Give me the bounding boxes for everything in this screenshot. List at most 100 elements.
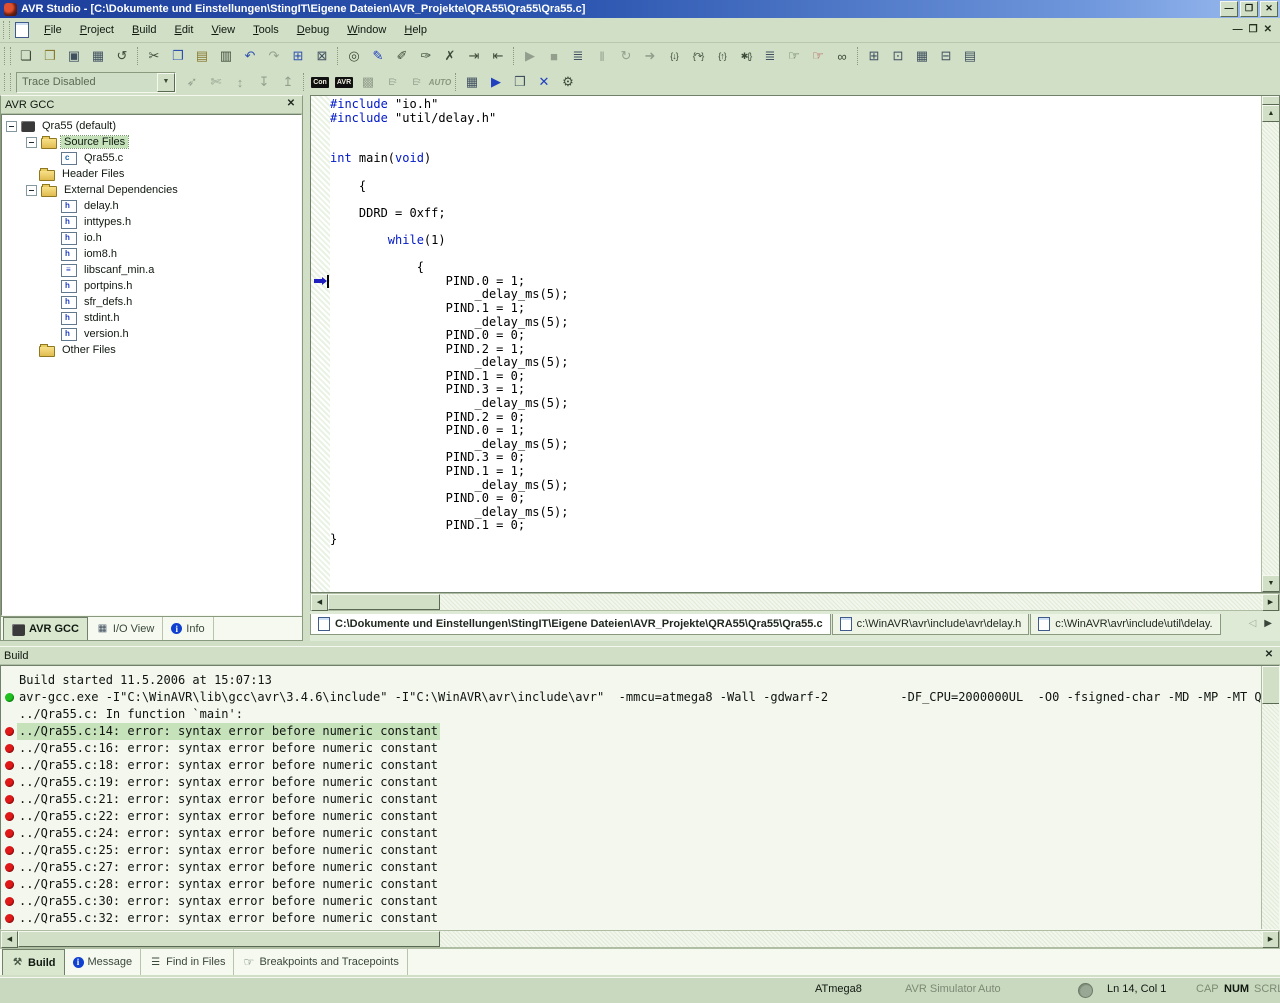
save-all-icon[interactable]: ▦ xyxy=(86,45,110,67)
close-icon[interactable]: ✕ xyxy=(1262,649,1276,662)
quickwatch-icon[interactable]: ∞ xyxy=(830,45,854,67)
close-button[interactable]: ✕ xyxy=(1260,1,1278,17)
watch-list-icon[interactable]: ≣ xyxy=(758,45,782,67)
trace-step-icon[interactable]: ↕ xyxy=(228,71,252,93)
clean-icon[interactable]: ✕ xyxy=(532,71,556,93)
menu-file[interactable]: File xyxy=(35,21,71,39)
tree-item-delay-h[interactable]: delay.h xyxy=(6,198,301,214)
build-line[interactable]: ../Qra55.c:30: error: syntax error befor… xyxy=(1,893,1261,910)
chevron-down-icon[interactable]: ▼ xyxy=(157,73,175,92)
window-cascade-icon[interactable]: ⊠ xyxy=(310,45,334,67)
run-to-cursor-icon[interactable]: ➜ xyxy=(638,45,662,67)
memory-window-icon[interactable]: ⊡ xyxy=(886,45,910,67)
tree-item-source-files[interactable]: Source Files xyxy=(6,134,301,150)
tree-item-stdint-h[interactable]: stdint.h xyxy=(6,310,301,326)
scroll-left-icon[interactable]: ◀ xyxy=(1,931,18,948)
mdi-document-icon[interactable] xyxy=(15,22,29,38)
close-icon[interactable]: ✕ xyxy=(284,98,298,111)
export-makefile-icon[interactable]: ❒ xyxy=(508,71,532,93)
build-line[interactable]: ../Qra55.c:24: error: syntax error befor… xyxy=(1,825,1261,842)
open-file-icon[interactable]: ❒ xyxy=(38,45,62,67)
output-tab-build[interactable]: Build xyxy=(2,949,65,975)
trace-down-icon[interactable]: ↧ xyxy=(252,71,276,93)
toolbar2-grip[interactable] xyxy=(4,73,11,91)
print-icon[interactable]: ▥ xyxy=(214,45,238,67)
menu-debug[interactable]: Debug xyxy=(288,21,338,39)
mdi-close-button[interactable]: ✕ xyxy=(1264,23,1272,37)
editor-frame[interactable]: #include "io.h"#include "util/delay.h" i… xyxy=(310,95,1280,593)
step-into-icon[interactable]: {↓} xyxy=(662,45,686,67)
trace-up-icon[interactable]: ↥ xyxy=(276,71,300,93)
tree-item-other-files[interactable]: Other Files xyxy=(6,342,301,358)
tree-item-portpins-h[interactable]: portpins.h xyxy=(6,278,301,294)
compile-file-icon[interactable]: ≣ xyxy=(566,45,590,67)
build-line[interactable]: ../Qra55.c:18: error: syntax error befor… xyxy=(1,757,1261,774)
toolbar1-grip[interactable] xyxy=(4,47,11,65)
tree-item-libscanf-min-a[interactable]: libscanf_min.a xyxy=(6,262,301,278)
watch-window-icon[interactable]: ⊞ xyxy=(862,45,886,67)
reset-icon[interactable]: ↻ xyxy=(614,45,638,67)
side-tab-avr-gcc[interactable]: AVR GCC xyxy=(3,617,88,640)
editor-tab-2[interactable]: c:\WinAVR\avr\include\util\delay. xyxy=(1030,614,1220,635)
menubar-grip[interactable] xyxy=(3,21,10,39)
build-line[interactable]: ../Qra55.c:22: error: syntax error befor… xyxy=(1,808,1261,825)
code-editor[interactable]: #include "io.h"#include "util/delay.h" i… xyxy=(330,98,1261,592)
output-tab-find-in-files[interactable]: Find in Files xyxy=(141,949,234,975)
tree-item-qra55-default-[interactable]: Qra55 (default) xyxy=(6,118,301,134)
build-line[interactable]: ../Qra55.c:21: error: syntax error befor… xyxy=(1,791,1261,808)
minimize-button[interactable]: — xyxy=(1220,1,1238,17)
output-tab-message[interactable]: Message xyxy=(65,949,142,975)
copy-icon[interactable]: ❐ xyxy=(166,45,190,67)
mdi-minimize-button[interactable]: — xyxy=(1233,23,1243,37)
undo-icon[interactable]: ↶ xyxy=(238,45,262,67)
autostep-icon[interactable]: ✱{} xyxy=(734,45,758,67)
build-vertical-scrollbar[interactable] xyxy=(1261,666,1279,929)
editor-tab-0[interactable]: C:\Dokumente und Einstellungen\StingIT\E… xyxy=(310,614,831,635)
tree-item-version-h[interactable]: version.h xyxy=(6,326,301,342)
build-line[interactable]: ../Qra55.c:14: error: syntax error befor… xyxy=(1,723,1261,740)
build-line[interactable]: ../Qra55.c:27: error: syntax error befor… xyxy=(1,859,1261,876)
build-line[interactable]: ../Qra55.c:19: error: syntax error befor… xyxy=(1,774,1261,791)
menu-tools[interactable]: Tools xyxy=(244,21,288,39)
build-line[interactable]: make: *** [Qra55.o] Error 1 xyxy=(1,927,1261,930)
build-icon[interactable]: ▦ xyxy=(460,71,484,93)
build-output[interactable]: Build started 11.5.2006 at 15:07:13avr-g… xyxy=(0,665,1280,930)
tree-item-io-h[interactable]: io.h xyxy=(6,230,301,246)
tree-expander-icon[interactable] xyxy=(26,137,37,148)
eeprom-read-icon[interactable]: E² xyxy=(380,71,404,93)
menu-window[interactable]: Window xyxy=(338,21,395,39)
restore-button[interactable]: ❐ xyxy=(1240,1,1258,17)
tabs-scroll-left-icon[interactable]: ◁ xyxy=(1249,618,1257,629)
output-tab-breakpoints-and-tracepoints[interactable]: Breakpoints and Tracepoints xyxy=(234,949,407,975)
paste-icon[interactable]: ▤ xyxy=(190,45,214,67)
build-line[interactable]: ../Qra55.c:16: error: syntax error befor… xyxy=(1,740,1261,757)
trace-status-dropdown[interactable]: Trace Disabled ▼ xyxy=(16,72,176,93)
register-window-icon[interactable]: ▦ xyxy=(910,45,934,67)
trace-jump-icon[interactable]: ➶ xyxy=(180,71,204,93)
step-over-icon[interactable]: {↷} xyxy=(686,45,710,67)
chip-icon[interactable]: ▩ xyxy=(356,71,380,93)
build-vscroll-thumb[interactable] xyxy=(1262,666,1280,704)
build-line[interactable]: ../Qra55.c:28: error: syntax error befor… xyxy=(1,876,1261,893)
project-options-icon[interactable]: ⚙ xyxy=(556,71,580,93)
tree-item-sfr-defs-h[interactable]: sfr_defs.h xyxy=(6,294,301,310)
menu-view[interactable]: View xyxy=(202,21,244,39)
side-tab-info[interactable]: Info xyxy=(163,617,213,640)
editor-horizontal-scrollbar[interactable]: ◀ ▶ xyxy=(310,593,1280,611)
scroll-right-icon[interactable]: ▶ xyxy=(1262,931,1279,948)
tree-item-header-files[interactable]: Header Files xyxy=(6,166,301,182)
indent-icon[interactable]: ⇥ xyxy=(462,45,486,67)
menu-build[interactable]: Build xyxy=(123,21,165,39)
build-line[interactable]: ../Qra55.c:32: error: syntax error befor… xyxy=(1,910,1261,927)
io-view-window-icon[interactable]: ▤ xyxy=(958,45,982,67)
next-bookmark-icon[interactable]: ✑ xyxy=(414,45,438,67)
scroll-right-icon[interactable]: ▶ xyxy=(1262,594,1279,611)
tree-expander-icon[interactable] xyxy=(6,121,17,132)
find-icon[interactable]: ◎ xyxy=(342,45,366,67)
hscroll-thumb[interactable] xyxy=(328,594,440,610)
editor-split-handle[interactable] xyxy=(1262,96,1280,105)
remove-breakpoints-icon[interactable]: ☞ xyxy=(806,45,830,67)
tabs-scroll-right-icon[interactable]: ▶ xyxy=(1264,618,1272,629)
build-line[interactable]: avr-gcc.exe -I"C:\WinAVR\lib\gcc\avr\3.4… xyxy=(1,689,1261,706)
eeprom-write-icon[interactable]: E² xyxy=(404,71,428,93)
